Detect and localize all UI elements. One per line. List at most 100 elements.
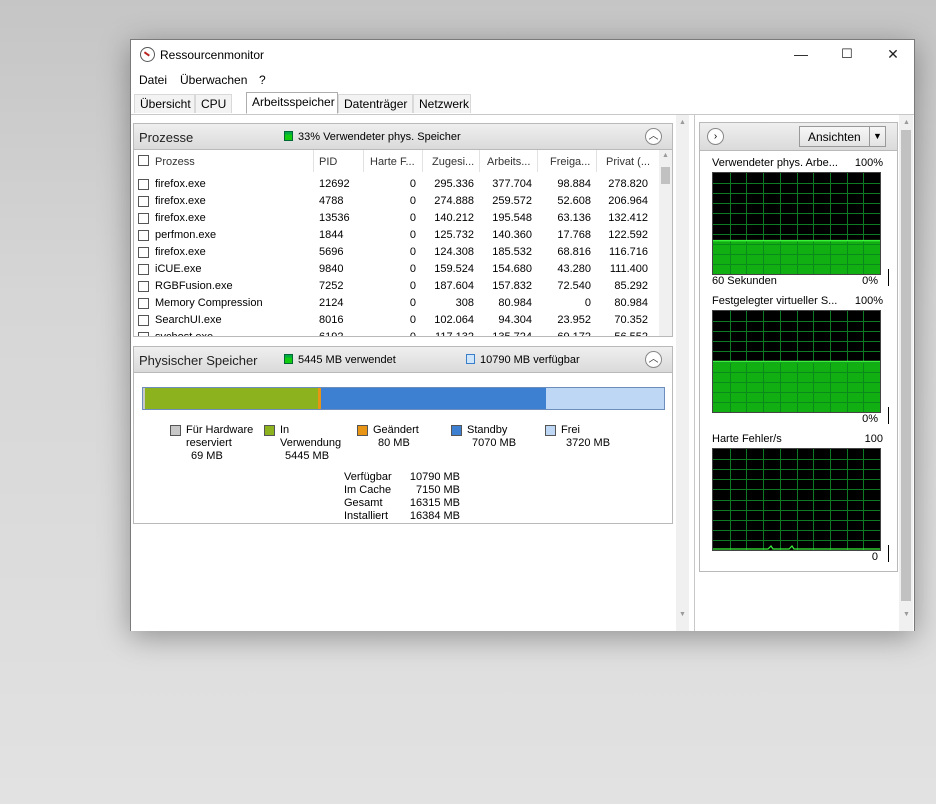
views-button[interactable]: Ansichten ▼ bbox=[799, 126, 886, 147]
process-commit: 140.212 bbox=[434, 212, 474, 224]
processes-header[interactable]: Prozesse 33% Verwendeter phys. Speicher … bbox=[133, 123, 673, 150]
select-all-checkbox[interactable] bbox=[138, 155, 149, 166]
collapse-processes-button[interactable]: ︿ bbox=[645, 128, 662, 145]
graph-time-label: 60 Sekunden bbox=[712, 275, 777, 287]
process-private: 80.984 bbox=[614, 297, 648, 309]
row-checkbox[interactable] bbox=[138, 298, 149, 309]
table-row[interactable]: firefox.exe 5696 0 124.308 185.532 68.816 116.… bbox=[134, 244, 659, 261]
process-working-set: 259.572 bbox=[492, 195, 532, 207]
legend-label: reserviert bbox=[186, 437, 232, 449]
tab-uebersicht[interactable]: Übersicht bbox=[134, 94, 195, 113]
process-private: 122.592 bbox=[608, 229, 648, 241]
column-privat[interactable]: Privat (... bbox=[606, 156, 650, 168]
column-divider bbox=[596, 150, 597, 172]
row-checkbox[interactable] bbox=[138, 179, 149, 190]
process-private: 56.552 bbox=[614, 331, 648, 337]
process-shareable: 68.816 bbox=[557, 246, 591, 258]
process-name: perfmon.exe bbox=[155, 229, 217, 241]
scroll-up-icon[interactable]: ▲ bbox=[900, 119, 913, 126]
table-row[interactable]: iCUE.exe 9840 0 159.524 154.680 43.280 111.400 bbox=[134, 261, 659, 278]
left-pane-scrollbar[interactable]: ▲ ▼ bbox=[676, 115, 689, 631]
process-commit: 124.308 bbox=[434, 246, 474, 258]
process-hard-faults: 0 bbox=[409, 297, 416, 309]
row-checkbox[interactable] bbox=[138, 213, 149, 224]
table-row[interactable]: firefox.exe 13536 0 140.212 195.548 63.136 132… bbox=[134, 210, 659, 227]
physical-memory-header[interactable]: Physischer Speicher 5445 MB verwendet 10… bbox=[133, 346, 673, 373]
process-private: 278.820 bbox=[608, 178, 648, 190]
process-commit: 274.888 bbox=[434, 195, 474, 207]
table-row[interactable]: SearchUI.exe 8016 0 102.064 94.304 23.952 70.3… bbox=[134, 312, 659, 329]
process-hard-faults: 0 bbox=[409, 212, 416, 224]
process-working-set: 135.724 bbox=[492, 331, 532, 337]
column-harte-fehler[interactable]: Harte F... bbox=[370, 156, 415, 168]
expand-graph-panel-button[interactable]: › bbox=[707, 128, 724, 145]
memory-available-text: 10790 MB verfügbar bbox=[480, 354, 580, 366]
graph-pane-scrollbar[interactable]: ▲ ▼ bbox=[899, 115, 913, 631]
row-checkbox[interactable] bbox=[138, 247, 149, 258]
legend-label: Standby bbox=[467, 424, 508, 436]
row-checkbox[interactable] bbox=[138, 281, 149, 292]
table-row[interactable]: perfmon.exe 1844 0 125.732 140.360 17.768 122.… bbox=[134, 227, 659, 244]
graph-area bbox=[713, 240, 880, 274]
physical-memory-title: Physischer Speicher bbox=[139, 353, 258, 368]
row-checkbox[interactable] bbox=[138, 332, 149, 336]
column-pid[interactable]: PID bbox=[319, 156, 337, 168]
process-working-set: 185.532 bbox=[492, 246, 532, 258]
table-row[interactable]: RGBFusion.exe 7252 0 187.604 157.832 72.540 85… bbox=[134, 278, 659, 295]
column-divider bbox=[537, 150, 538, 172]
process-name: firefox.exe bbox=[155, 246, 206, 258]
column-arbeitssatz[interactable]: Arbeits... bbox=[487, 156, 530, 168]
memory-bar-in-use bbox=[145, 388, 319, 409]
menu-help[interactable]: ? bbox=[259, 73, 266, 87]
table-row[interactable]: svchost.exe 6192 0 117.132 135.724 69.172 56.5… bbox=[134, 329, 659, 337]
process-hard-faults: 0 bbox=[409, 263, 416, 275]
row-checkbox[interactable] bbox=[138, 315, 149, 326]
close-button[interactable]: ✕ bbox=[870, 40, 916, 70]
process-hard-faults: 0 bbox=[409, 195, 416, 207]
menu-ueberwachen[interactable]: Überwachen bbox=[180, 73, 247, 87]
tab-cpu[interactable]: CPU bbox=[195, 94, 232, 113]
views-dropdown-icon[interactable]: ▼ bbox=[869, 127, 885, 146]
graph-canvas bbox=[712, 310, 881, 413]
process-pid: 5696 bbox=[319, 246, 344, 258]
process-commit: 187.604 bbox=[434, 280, 474, 292]
row-checkbox[interactable] bbox=[138, 264, 149, 275]
collapse-physical-memory-button[interactable]: ︿ bbox=[645, 351, 662, 368]
row-checkbox[interactable] bbox=[138, 230, 149, 241]
legend-label: Frei bbox=[561, 424, 580, 436]
menu-datei[interactable]: Datei bbox=[139, 73, 167, 87]
scroll-down-icon[interactable]: ▼ bbox=[900, 611, 913, 618]
window-title: Ressourcenmonitor bbox=[160, 48, 265, 62]
tab-arbeitsspeicher[interactable]: Arbeitsspeicher bbox=[246, 92, 338, 114]
table-row[interactable]: Memory Compression 2124 0 308 80.984 0 80.984 bbox=[134, 295, 659, 312]
memory-stat-label: Im Cache bbox=[344, 484, 392, 496]
sort-descending-icon: ﹀ bbox=[622, 150, 630, 156]
table-row[interactable]: firefox.exe 12692 0 295.336 377.704 98.884 278… bbox=[134, 176, 659, 193]
column-freigabe[interactable]: Freiga... bbox=[550, 156, 590, 168]
table-row[interactable]: firefox.exe 4788 0 274.888 259.572 52.608 206.… bbox=[134, 193, 659, 210]
scroll-up-icon[interactable]: ▲ bbox=[676, 119, 689, 126]
minimize-button[interactable]: — bbox=[778, 40, 824, 70]
process-name: svchost.exe bbox=[155, 331, 214, 337]
column-zugesichert[interactable]: Zugesi... bbox=[432, 156, 474, 168]
row-checkbox[interactable] bbox=[138, 196, 149, 207]
process-scrollbar-thumb[interactable] bbox=[661, 167, 670, 184]
scroll-up-icon[interactable]: ▲ bbox=[659, 152, 672, 159]
graph-title: Festgelegter virtueller S... bbox=[712, 295, 838, 307]
tab-netzwerk[interactable]: Netzwerk bbox=[413, 94, 471, 113]
maximize-button[interactable]: ☐ bbox=[824, 40, 870, 70]
graph-pane: › Ansichten ▼ Verwendeter phys. Arbe... 1… bbox=[694, 115, 916, 631]
process-scrollbar[interactable]: ▲ bbox=[659, 150, 672, 336]
process-pid: 8016 bbox=[319, 314, 344, 326]
process-pid: 12692 bbox=[319, 178, 350, 190]
graph-canvas bbox=[712, 172, 881, 275]
process-private: 70.352 bbox=[614, 314, 648, 326]
process-working-set: 80.984 bbox=[498, 297, 532, 309]
process-shareable: 17.768 bbox=[557, 229, 591, 241]
graph-pane-scrollbar-thumb[interactable] bbox=[901, 130, 911, 601]
memory-stat-value: 10790 MB bbox=[409, 471, 460, 483]
column-prozess[interactable]: Prozess bbox=[155, 156, 195, 168]
graph-min-label: 0 bbox=[871, 551, 878, 563]
scroll-down-icon[interactable]: ▼ bbox=[676, 611, 689, 618]
tab-datentraeger[interactable]: Datenträger bbox=[338, 94, 413, 113]
